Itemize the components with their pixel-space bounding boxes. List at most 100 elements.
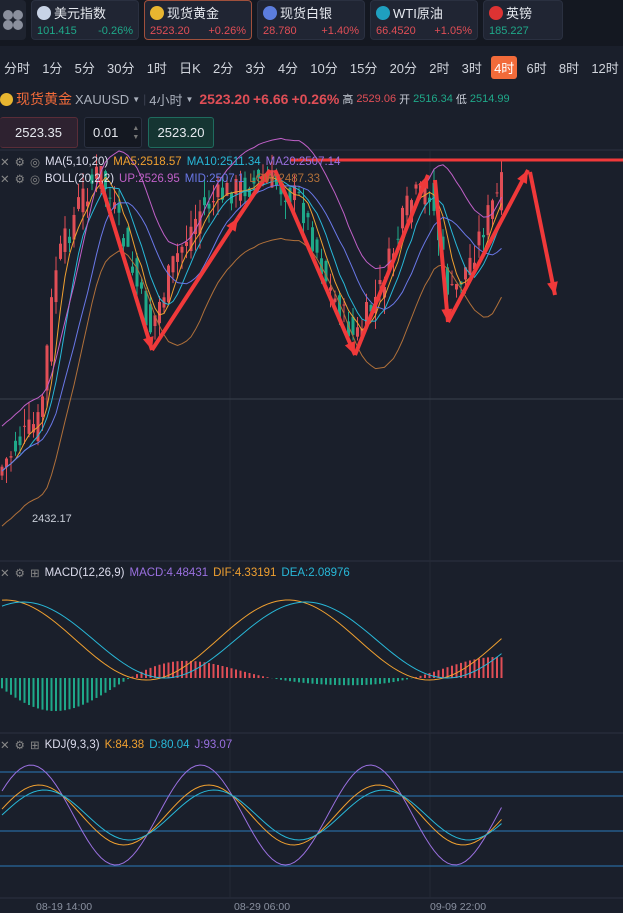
macd-histogram-bar xyxy=(343,678,345,686)
macd-histogram-bar xyxy=(455,664,458,678)
boll-legend: ✕ ⚙ ◎ BOLL(20,2,2) UP:2526.95 MID:2507.1 L… xyxy=(0,172,320,186)
candle-body xyxy=(491,200,494,219)
ma10-value: MA10:2511.34 xyxy=(186,156,261,168)
candle-body xyxy=(149,304,152,333)
macd-histogram-bar xyxy=(55,678,57,712)
macd-histogram-bar xyxy=(275,678,278,680)
candle-body xyxy=(306,213,310,218)
macd-histogram-bar xyxy=(122,678,125,682)
macd-histogram-bar xyxy=(266,677,269,678)
macd-histogram-bar xyxy=(383,678,386,684)
candle-body xyxy=(77,197,80,209)
macd-histogram-bar xyxy=(374,678,377,685)
macd-histogram-bar xyxy=(217,664,219,678)
visibility-icon[interactable]: ◎ xyxy=(30,172,40,186)
close-icon[interactable]: ✕ xyxy=(0,738,10,752)
candle-body xyxy=(81,188,85,213)
candle-body xyxy=(171,256,175,273)
close-icon[interactable]: ✕ xyxy=(0,172,10,186)
candle-body xyxy=(18,436,22,446)
candle-body xyxy=(140,282,143,289)
candle-body xyxy=(23,425,26,427)
macd-histogram-bar xyxy=(257,675,260,678)
macd-histogram-bar xyxy=(293,678,296,682)
macd-histogram-bar xyxy=(316,678,318,685)
expand-icon[interactable]: ⊞ xyxy=(30,738,40,752)
macd-histogram-bar xyxy=(253,674,255,678)
macd-histogram-bar xyxy=(388,678,390,683)
candle-body xyxy=(356,327,359,337)
ma20-line xyxy=(1,184,502,472)
macd-histogram-bar xyxy=(73,678,75,709)
candle-body xyxy=(455,283,458,290)
buy-button[interactable]: 2523.20 xyxy=(148,117,214,148)
macd-histogram-bar xyxy=(59,678,62,711)
macd-histogram-bar xyxy=(289,678,291,682)
settings-icon[interactable]: ⚙ xyxy=(15,155,25,169)
boll-lower-line xyxy=(1,237,502,527)
macd-value: MACD:4.48431 xyxy=(129,567,209,579)
macd-histogram-bar xyxy=(320,678,323,685)
macd-histogram-bar xyxy=(100,678,102,696)
candle-body xyxy=(482,234,485,238)
macd-histogram-bar xyxy=(361,678,363,686)
macd-histogram-bar xyxy=(338,678,341,686)
macd-histogram-bar xyxy=(352,678,354,686)
macd-histogram-bar xyxy=(325,678,327,685)
trend-arrow xyxy=(446,169,530,323)
candle-body xyxy=(180,246,184,253)
order-panel: 2523.35 0.01 ▲ ▼ 2523.20 xyxy=(0,117,214,148)
time-axis-label: 08-19 14:00 xyxy=(36,901,93,913)
candle-body xyxy=(131,266,134,273)
lot-input[interactable]: 0.01 ▲ ▼ xyxy=(84,117,142,148)
trend-arrow xyxy=(528,171,557,296)
macd-histogram-bar xyxy=(347,678,350,686)
macd-histogram-bar xyxy=(145,669,147,678)
macd-histogram-bar xyxy=(230,668,233,678)
candle-body xyxy=(450,284,454,286)
macd-histogram-bar xyxy=(370,678,372,685)
ma5-line xyxy=(1,176,502,472)
kdj-title: KDJ(9,3,3) xyxy=(44,739,100,751)
visibility-icon[interactable]: ◎ xyxy=(30,155,40,169)
settings-icon[interactable]: ⚙ xyxy=(15,738,25,752)
candle-body xyxy=(122,238,125,247)
macd-histogram-bar xyxy=(500,657,503,678)
candle-body xyxy=(167,265,170,303)
candle-body xyxy=(329,287,332,291)
settings-icon[interactable]: ⚙ xyxy=(15,566,25,580)
settings-icon[interactable]: ⚙ xyxy=(15,172,25,186)
macd-histogram-bar xyxy=(158,664,161,678)
macd-histogram-bar xyxy=(311,678,314,684)
macd-histogram-bar xyxy=(163,663,165,678)
macd-histogram-bar xyxy=(46,678,48,711)
candle-body xyxy=(495,192,499,194)
macd-histogram-bar xyxy=(248,673,251,678)
close-icon[interactable]: ✕ xyxy=(0,155,10,169)
macd-histogram-bar xyxy=(77,678,80,707)
macd-histogram-bar xyxy=(14,678,17,698)
candle-body xyxy=(378,280,382,285)
lot-stepper-icon[interactable]: ▲ ▼ xyxy=(132,124,139,142)
macd-histogram-bar xyxy=(235,669,237,678)
macd-histogram-bar xyxy=(41,678,44,710)
close-icon[interactable]: ✕ xyxy=(0,566,10,580)
candle-body xyxy=(414,184,418,189)
j-value: J:93.07 xyxy=(194,739,233,751)
macd-histogram-bar xyxy=(68,678,71,710)
macd-histogram-bar xyxy=(172,661,174,678)
d-value: D:80.04 xyxy=(149,739,190,751)
candle-body xyxy=(212,201,215,203)
sell-button[interactable]: 2523.35 xyxy=(0,117,78,148)
expand-icon[interactable]: ⊞ xyxy=(30,566,40,580)
candle-body xyxy=(9,456,13,458)
macd-histogram-bar xyxy=(280,678,282,680)
candle-body xyxy=(342,304,346,306)
macd-histogram-bar xyxy=(356,678,359,686)
macd-histogram-bar xyxy=(176,661,179,678)
candle-body xyxy=(54,270,58,303)
macd-histogram-bar xyxy=(424,674,426,678)
trend-arrow xyxy=(98,179,154,351)
macd-histogram-bar xyxy=(302,678,305,683)
candle-body xyxy=(207,203,211,209)
